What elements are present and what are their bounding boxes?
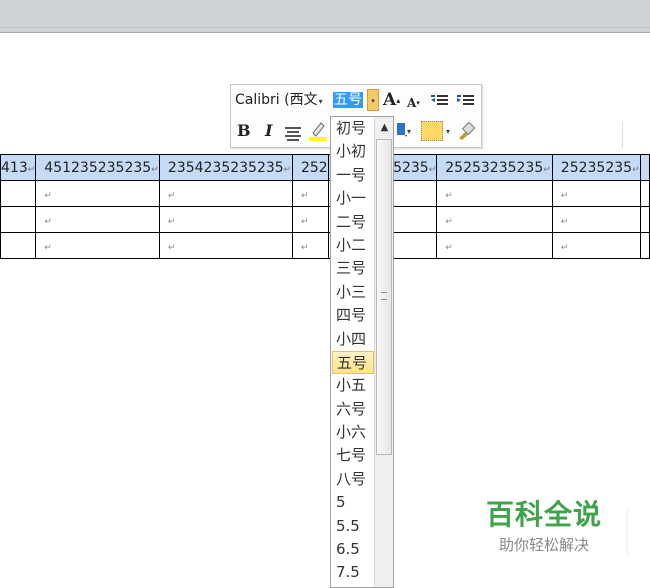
shrink-font-button[interactable]: A▾ — [407, 93, 420, 113]
table-cell[interactable] — [639, 232, 650, 259]
font-size-option[interactable]: 二号 — [332, 211, 374, 234]
italic-button[interactable]: I — [265, 121, 272, 141]
increase-indent-icon[interactable] — [457, 93, 475, 112]
table-cell[interactable] — [639, 154, 650, 181]
table-cell[interactable] — [0, 206, 37, 233]
table-cell[interactable]: 413↵ — [0, 154, 37, 181]
font-size-option[interactable]: 三号 — [332, 257, 374, 280]
table-cell[interactable] — [0, 180, 37, 207]
font-size-option[interactable]: 5 — [332, 491, 374, 514]
font-size-option[interactable]: 小四 — [332, 328, 374, 351]
font-size-list: 初号 小初 一号 小一 二号 小二 三号 小三 四号 小四 五号 小五 六号 小… — [332, 117, 374, 585]
font-size-option[interactable]: 小五 — [332, 374, 374, 397]
font-size-option[interactable]: 小初 — [332, 140, 374, 163]
table-cell[interactable]: ↵ — [291, 180, 330, 207]
font-color-icon[interactable] — [397, 123, 407, 143]
font-size-value: 五号 — [333, 92, 363, 108]
chevron-down-icon[interactable]: ▾ — [319, 97, 323, 106]
decrease-indent-icon[interactable] — [431, 93, 449, 112]
shading-icon[interactable] — [421, 121, 443, 141]
highlight-icon[interactable] — [309, 121, 327, 145]
chevron-down-icon[interactable]: ▾ — [407, 127, 411, 136]
font-size-option[interactable]: 小二 — [332, 234, 374, 257]
document-table: 413↵ 451235235235↵ 2354235235235↵ 252 52… — [0, 154, 650, 259]
font-size-option[interactable]: 5.5 — [332, 515, 374, 538]
table-cell[interactable]: ↵ — [291, 206, 330, 233]
table-cell[interactable]: ↵ — [551, 232, 641, 259]
table-cell[interactable]: ↵ — [436, 206, 553, 233]
table-cell[interactable]: ↵ — [35, 206, 160, 233]
table-row: ↵ ↵ ↵ ↵ ↵ — [0, 180, 650, 207]
table-row: ↵ ↵ ↵ ↵ ↵ — [0, 232, 650, 259]
table-cell[interactable]: ↵ — [35, 180, 160, 207]
dropdown-scrollbar[interactable]: ▲ — [374, 117, 393, 587]
shrink-font-icon: A — [407, 96, 417, 110]
table-cell[interactable] — [639, 180, 650, 207]
bold-icon: B — [237, 121, 251, 140]
table-cell[interactable] — [639, 206, 650, 233]
font-size-option[interactable]: 四号 — [332, 304, 374, 327]
table-cell[interactable]: ↵ — [551, 180, 641, 207]
table-cell[interactable]: 2354235235235↵ — [158, 154, 293, 181]
table-cell[interactable]: ↵ — [436, 180, 553, 207]
table-cell[interactable]: 25253235235↵ — [436, 154, 553, 181]
scroll-up-arrow-icon[interactable]: ▲ — [375, 119, 393, 137]
font-name-value: Calibri (西文 — [235, 92, 318, 108]
font-size-option[interactable]: 一号 — [332, 164, 374, 187]
font-name-box[interactable]: Calibri (西文▾ — [235, 89, 323, 111]
grow-font-icon: A — [383, 90, 397, 110]
center-align-icon[interactable] — [285, 125, 301, 143]
watermark-logo: 百科全说 助你轻松解决 — [482, 498, 606, 556]
divider — [626, 510, 628, 554]
table-cell[interactable]: ↵ — [158, 206, 293, 233]
table-header-row: 413↵ 451235235235↵ 2354235235235↵ 252 52… — [0, 154, 650, 181]
grip-icon — [381, 292, 387, 300]
font-size-option-selected[interactable]: 五号 — [332, 350, 374, 375]
table-cell[interactable]: ↵ — [35, 232, 160, 259]
font-size-option[interactable]: 7.5 — [332, 561, 374, 584]
font-size-option[interactable]: 八号 — [332, 468, 374, 491]
font-size-dropdown: 初号 小初 一号 小一 二号 小二 三号 小三 四号 小四 五号 小五 六号 小… — [330, 116, 394, 588]
watermark-subtitle: 助你轻松解决 — [498, 536, 589, 554]
font-size-option[interactable]: 小三 — [332, 281, 374, 304]
grow-font-button[interactable]: A▴ — [383, 90, 400, 110]
font-size-option[interactable]: 6.5 — [332, 538, 374, 561]
ruler-line — [622, 122, 623, 148]
font-size-input[interactable]: 五号 — [333, 89, 367, 111]
bold-button[interactable]: B — [237, 121, 251, 141]
table-cell[interactable]: 252 — [291, 154, 330, 181]
table-cell[interactable]: ↵ — [158, 232, 293, 259]
table-cell[interactable]: ↵ — [291, 232, 330, 259]
window-top-strip — [0, 0, 650, 33]
font-size-option[interactable]: 小六 — [332, 421, 374, 444]
italic-icon: I — [265, 121, 273, 140]
font-size-option[interactable]: 初号 — [332, 117, 374, 140]
watermark-title: 百科全说 — [485, 498, 602, 531]
font-size-option[interactable]: 七号 — [332, 444, 374, 467]
table-cell[interactable]: ↵ — [551, 206, 641, 233]
font-size-option[interactable]: 六号 — [332, 398, 374, 421]
table-cell[interactable]: ↵ — [158, 180, 293, 207]
scrollbar-thumb[interactable] — [376, 139, 392, 455]
table-row: ↵ ↵ ↵ ↵ ↵ — [0, 206, 650, 233]
table-cell[interactable]: 25235235↵ — [551, 154, 641, 181]
table-cell[interactable]: ↵ — [436, 232, 553, 259]
table-cell[interactable]: 451235235235↵ — [35, 154, 160, 181]
format-painter-icon[interactable] — [457, 121, 476, 144]
font-size-dropdown-button[interactable]: ▾ — [367, 89, 379, 111]
chevron-down-icon[interactable]: ▾ — [446, 127, 450, 136]
font-size-option[interactable]: 小一 — [332, 187, 374, 210]
table-cell[interactable] — [0, 232, 37, 259]
